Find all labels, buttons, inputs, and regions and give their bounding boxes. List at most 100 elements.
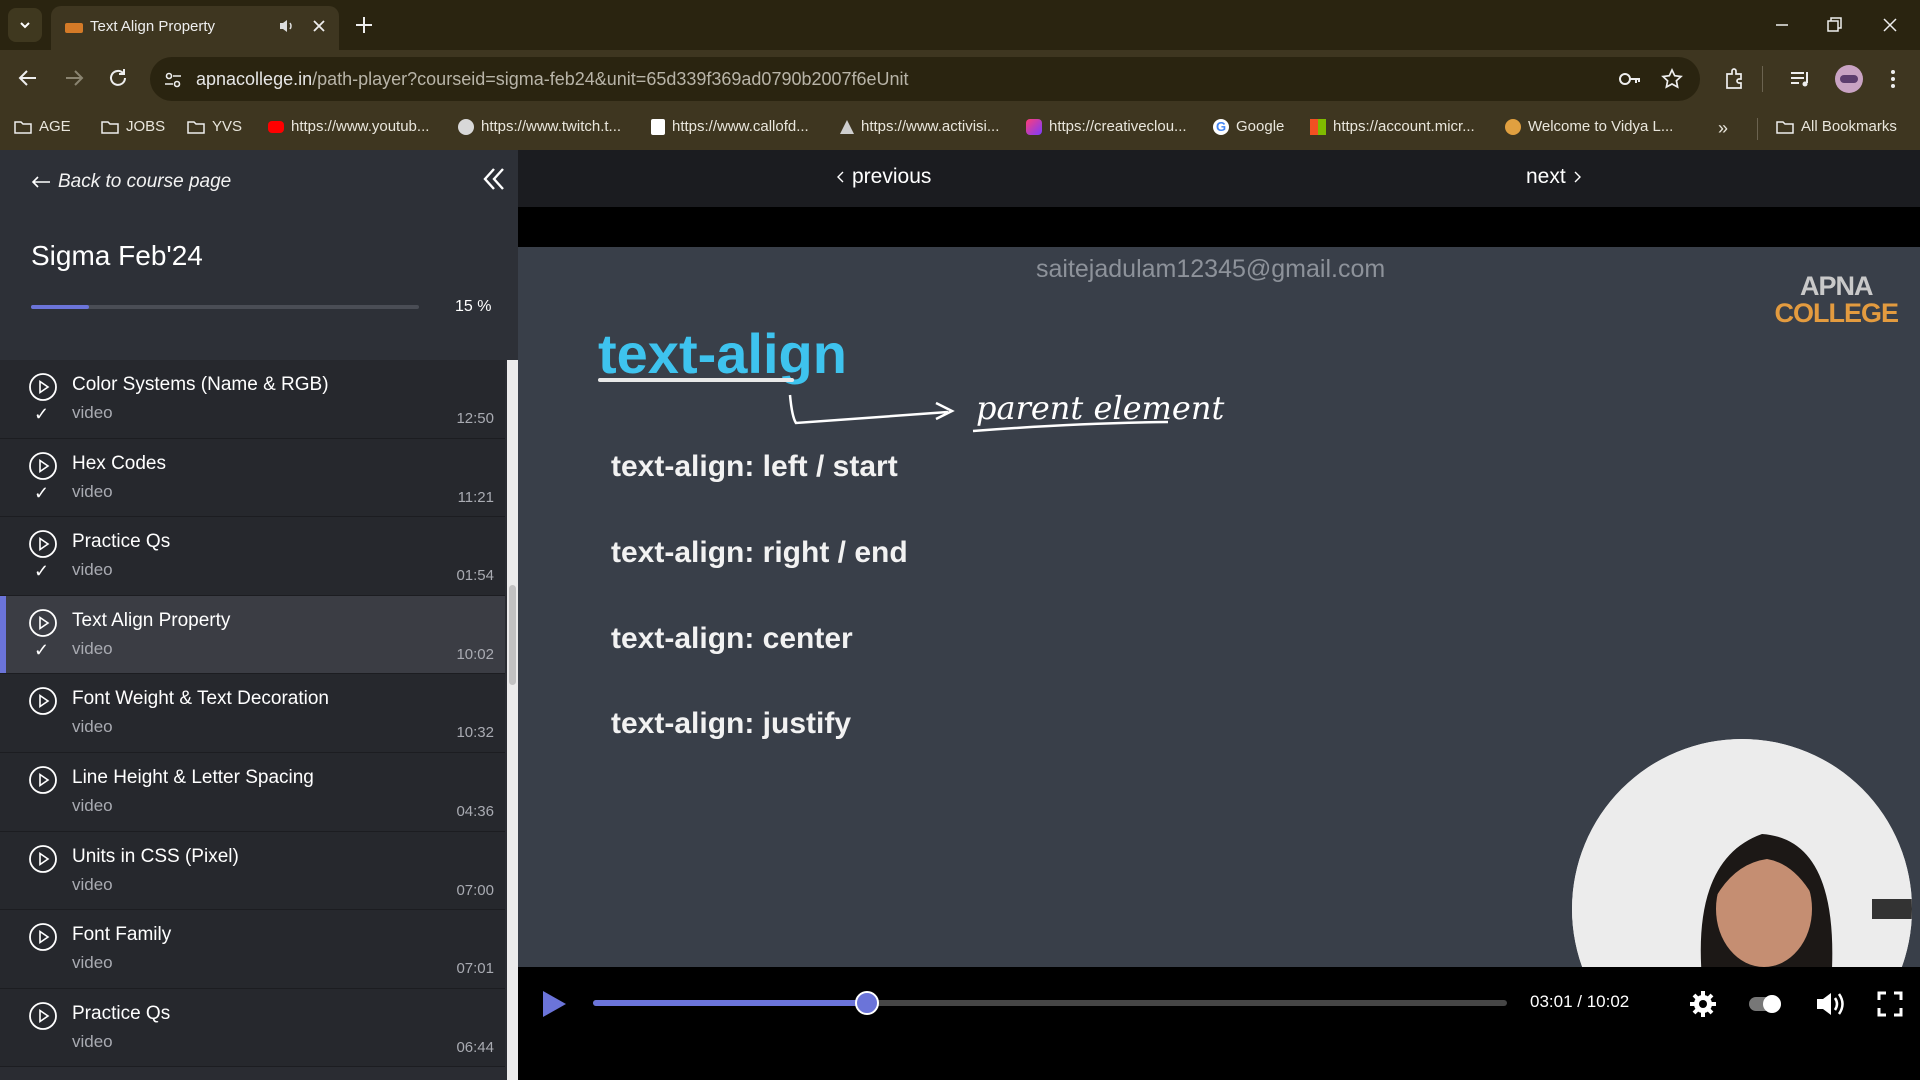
bookmark-activision[interactable]: https://www.activisi... bbox=[840, 118, 999, 135]
lesson-item[interactable]: ✓ Color Systems (Name & RGB) video 12:50 bbox=[0, 360, 505, 439]
lesson-name: Line Height & Letter Spacing bbox=[72, 766, 314, 788]
vidya-icon bbox=[1505, 118, 1521, 135]
media-queue-icon[interactable] bbox=[1787, 66, 1813, 92]
active-tab[interactable]: Text Align Property bbox=[51, 6, 339, 50]
chevron-down-icon bbox=[20, 22, 30, 29]
more-bookmarks-chevron-icon[interactable]: » bbox=[1718, 118, 1728, 139]
slide-rule-2: text-align: right / end bbox=[611, 536, 908, 569]
lesson-type: video bbox=[72, 560, 113, 580]
bookmark-folder-yvs[interactable]: YVS bbox=[187, 118, 242, 135]
bookmark-label: https://creativeclou... bbox=[1049, 118, 1187, 135]
close-window-icon[interactable] bbox=[1878, 13, 1902, 37]
minimize-icon[interactable] bbox=[1770, 13, 1794, 37]
lesson-item[interactable]: Units in CSS (Pixel) video 07:00 bbox=[0, 831, 505, 911]
lesson-list: ✓ Color Systems (Name & RGB) video 12:50 ✓ He… bbox=[0, 360, 505, 1068]
video-player-area: previous next saitejadulam12345@gmail.co… bbox=[518, 150, 1920, 1080]
lesson-type: video bbox=[72, 717, 113, 737]
bookmark-youtube[interactable]: https://www.youtub... bbox=[268, 118, 429, 135]
lesson-duration: 06:44 bbox=[456, 1038, 494, 1056]
time-display: 03:01 / 10:02 bbox=[1530, 992, 1630, 1011]
lesson-name: Font Weight & Text Decoration bbox=[72, 688, 329, 710]
play-circle-icon bbox=[29, 373, 57, 401]
new-tab-icon[interactable] bbox=[352, 13, 376, 37]
creative-cloud-icon bbox=[1026, 118, 1042, 135]
seek-bar-played bbox=[593, 1000, 868, 1006]
profile-avatar[interactable] bbox=[1835, 65, 1863, 93]
lesson-item[interactable]: ✓ Hex Codes video 11:21 bbox=[0, 438, 505, 518]
video-frame[interactable]: saitejadulam12345@gmail.com APNA COLLEGE… bbox=[518, 247, 1920, 967]
navigation-toolbar: apnacollege.in/path-player?courseid=sigm… bbox=[0, 50, 1920, 108]
play-icon[interactable] bbox=[540, 989, 568, 1019]
address-bar[interactable]: apnacollege.in/path-player?courseid=sigm… bbox=[150, 57, 1700, 101]
course-progress-label: 15 % bbox=[455, 298, 492, 315]
reload-icon[interactable] bbox=[104, 64, 132, 92]
all-bookmarks[interactable]: All Bookmarks bbox=[1776, 118, 1897, 135]
lesson-type: video bbox=[72, 953, 113, 973]
bookmark-callofduty[interactable]: https://www.callofd... bbox=[651, 118, 809, 135]
next-button[interactable]: next bbox=[1526, 165, 1582, 189]
bookmark-label: https://www.activisi... bbox=[861, 118, 1000, 135]
password-key-icon[interactable] bbox=[1618, 68, 1642, 90]
volume-icon[interactable] bbox=[1814, 989, 1848, 1019]
url-path: /path-player?courseid=sigma-feb24&unit=6… bbox=[312, 69, 909, 89]
fullscreen-icon[interactable] bbox=[1877, 991, 1903, 1017]
page: Text Align Property apnacollege.in/path-… bbox=[0, 0, 1920, 1080]
globe-icon bbox=[458, 118, 474, 135]
restore-icon[interactable] bbox=[1822, 13, 1846, 37]
bookmark-vidya[interactable]: Welcome to Vidya L... bbox=[1505, 118, 1673, 135]
back-arrow-icon[interactable] bbox=[14, 64, 42, 92]
lesson-duration: 07:00 bbox=[456, 881, 494, 899]
google-icon: G bbox=[1213, 118, 1229, 135]
autoplay-toggle-icon[interactable] bbox=[1747, 991, 1783, 1017]
bookmark-google[interactable]: G Google bbox=[1213, 118, 1284, 135]
lesson-item[interactable]: ✓ Practice Qs video 01:54 bbox=[0, 517, 505, 596]
chevron-left-icon bbox=[837, 171, 844, 183]
bookmark-folder-jobs[interactable]: JOBS bbox=[101, 118, 165, 135]
lesson-name: Font Family bbox=[72, 924, 172, 946]
activision-icon bbox=[840, 119, 854, 134]
bookmark-label: https://www.twitch.t... bbox=[481, 118, 622, 135]
lesson-name: Color Systems (Name & RGB) bbox=[72, 374, 329, 395]
extensions-puzzle-icon[interactable] bbox=[1722, 66, 1748, 92]
lesson-item[interactable]: Practice Qs video 06:44 bbox=[0, 988, 505, 1068]
speaker-icon[interactable] bbox=[277, 16, 297, 36]
play-circle-icon bbox=[29, 923, 57, 952]
bookmark-label: All Bookmarks bbox=[1801, 118, 1897, 135]
collapse-sidebar-icon[interactable] bbox=[478, 164, 508, 194]
tab-search-button[interactable] bbox=[8, 8, 42, 42]
scrollbar-thumb[interactable] bbox=[509, 585, 516, 685]
kebab-menu-icon[interactable] bbox=[1880, 66, 1906, 92]
seek-bar[interactable] bbox=[593, 1000, 1507, 1006]
seek-handle[interactable] bbox=[855, 991, 880, 1015]
sidebar-header: Back to course page Sigma Feb'24 15 % bbox=[0, 150, 518, 360]
lesson-item[interactable]: Font Family video 07:01 bbox=[0, 910, 505, 989]
bookmark-label: YVS bbox=[212, 118, 243, 135]
bookmark-creativecloud[interactable]: https://creativeclou... bbox=[1026, 118, 1187, 135]
play-circle-icon bbox=[29, 451, 57, 480]
bookmark-label: https://account.micr... bbox=[1333, 118, 1475, 135]
bookmark-microsoft[interactable]: https://account.micr... bbox=[1310, 118, 1475, 135]
lesson-type: video bbox=[72, 403, 113, 422]
play-circle-icon bbox=[29, 844, 57, 873]
lesson-name: Text Align Property bbox=[72, 609, 231, 631]
lesson-item[interactable]: Font Weight & Text Decoration video 10:32 bbox=[0, 674, 505, 753]
folder-icon bbox=[14, 120, 32, 134]
bookmark-twitch[interactable]: https://www.twitch.t... bbox=[458, 118, 621, 135]
folder-icon bbox=[101, 120, 119, 134]
lesson-list-scrollbar[interactable] bbox=[507, 360, 518, 1080]
lesson-item[interactable]: ✓ Text Align Property video 10:02 bbox=[0, 595, 505, 675]
avatar-glasses-icon bbox=[1840, 75, 1858, 83]
bookmark-folder-age[interactable]: AGE bbox=[14, 118, 71, 135]
completed-check-icon: ✓ bbox=[34, 404, 50, 424]
site-info-icon[interactable] bbox=[162, 69, 184, 91]
back-to-course-link[interactable]: Back to course page bbox=[30, 171, 231, 193]
lesson-item[interactable]: Line Height & Letter Spacing video 04:36 bbox=[0, 752, 505, 832]
next-label: next bbox=[1526, 165, 1566, 188]
bookmark-star-icon[interactable] bbox=[1660, 67, 1684, 91]
slide-rule-4: text-align: justify bbox=[611, 707, 852, 740]
previous-button[interactable]: previous bbox=[836, 165, 931, 189]
forward-arrow-icon[interactable] bbox=[60, 64, 88, 92]
settings-gear-icon[interactable] bbox=[1689, 990, 1717, 1018]
close-tab-icon[interactable] bbox=[309, 16, 329, 36]
instructor-webcam bbox=[1572, 739, 1912, 967]
